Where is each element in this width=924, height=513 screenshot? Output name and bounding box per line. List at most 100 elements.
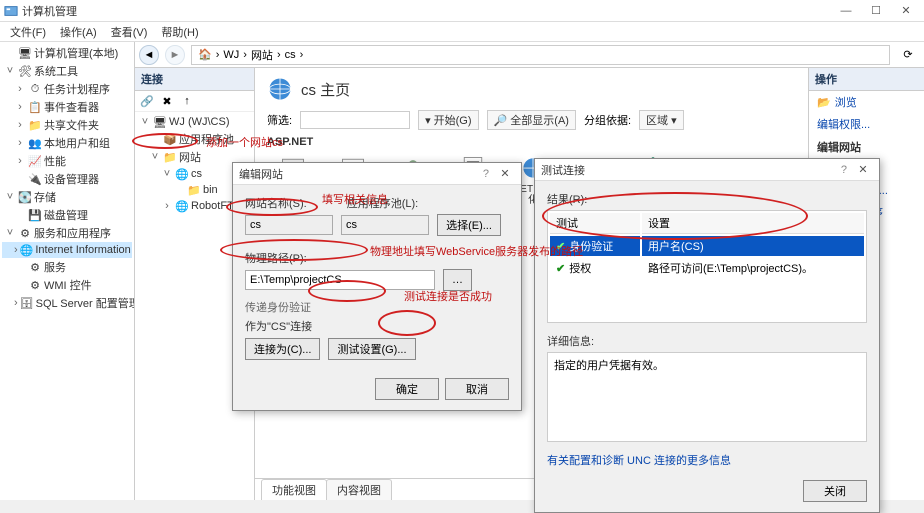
sql-icon: 🗄: [20, 296, 34, 310]
sites-icon: 📁: [163, 150, 177, 164]
computer-icon: 🖥: [18, 46, 32, 60]
window-title: 计算机管理: [22, 3, 832, 19]
tree-storage[interactable]: ˅💽存储: [2, 188, 132, 206]
details-label: 详细信息:: [547, 333, 867, 349]
connectas-button[interactable]: 连接为(C)...: [245, 338, 320, 360]
maximize-button[interactable]: ☐: [862, 2, 890, 20]
app-icon: [4, 4, 18, 18]
filter-row: 筛选: ▾ 开始(G) 🔎 全部显示(A) 分组依据: 区域 ▾: [267, 110, 796, 130]
results-label: 结果(R):: [547, 191, 867, 207]
help-button[interactable]: ?: [841, 164, 847, 176]
gear-icon: ⚙: [28, 260, 42, 274]
connections-header: 连接: [135, 68, 254, 91]
cancel-button[interactable]: 取消: [445, 378, 509, 400]
test-connection-dialog: 测试连接 ? ✕ 结果(R): 测试设置 ✔身份验证用户名(CS) ✔授权路径可…: [534, 158, 880, 513]
tree-systemtools[interactable]: ˅🛠系统工具: [2, 62, 132, 80]
share-icon: 📁: [28, 118, 42, 132]
details-box: 指定的用户凭据有效。: [547, 352, 867, 442]
pool-icon: 📦: [163, 132, 177, 146]
help-button[interactable]: ?: [483, 168, 489, 180]
address-bar: ◄ ► 🏠 ›WJ ›网站 ›cs › ⟳: [135, 42, 924, 68]
table-row[interactable]: ✔身份验证用户名(CS): [550, 236, 864, 256]
tree-iis[interactable]: ›🌐Internet Information S: [2, 242, 132, 258]
edit-site-dialog: 编辑网站 ? ✕ 网站名称(S): 应用程序池(L): 选择(E)... 物理路…: [232, 162, 522, 411]
groupby-select[interactable]: 区域 ▾: [639, 110, 684, 130]
minimize-button[interactable]: —: [832, 2, 860, 20]
more-info-link[interactable]: 有关配置和诊断 UNC 连接的更多信息: [547, 455, 731, 467]
tools-icon: 🛠: [18, 64, 32, 78]
conn-server[interactable]: ˅🖥WJ (WJ\CS): [137, 114, 252, 130]
wmi-icon: ⚙: [28, 278, 42, 292]
col-test[interactable]: 测试: [550, 213, 640, 234]
tree-eventviewer[interactable]: ›📋事件查看器: [2, 98, 132, 116]
window-titlebar: 计算机管理 — ☐ ✕: [0, 0, 924, 22]
breadcrumb[interactable]: 🏠 ›WJ ›网站 ›cs ›: [191, 45, 890, 65]
tree-sql[interactable]: ›🗄SQL Server 配置管理: [2, 294, 132, 312]
tree-sharedfolders[interactable]: ›📁共享文件夹: [2, 116, 132, 134]
globe-icon: 🌐: [175, 167, 189, 181]
home-icon: 🏠: [198, 48, 212, 61]
filter-input[interactable]: [300, 111, 410, 129]
folder-icon: 📂: [817, 96, 831, 109]
tree-devicemanager[interactable]: 🔌设备管理器: [2, 170, 132, 188]
connectas-label: 作为"CS"连接: [245, 318, 509, 334]
tree-localusers[interactable]: ›👥本地用户和组: [2, 134, 132, 152]
showall-button[interactable]: 🔎 全部显示(A): [487, 110, 576, 130]
check-icon: ✔: [556, 263, 565, 275]
close-button[interactable]: ✕: [892, 2, 920, 20]
clock-icon: ⏱: [28, 82, 42, 96]
test-dialog-close-button[interactable]: ✕: [853, 163, 873, 176]
table-row[interactable]: ✔授权路径可访问(E:\Temp\projectCS)。: [550, 258, 864, 278]
passauth-label: 传递身份验证: [245, 299, 509, 315]
globe-icon: 🌐: [175, 199, 189, 213]
tree-taskscheduler[interactable]: ›⏱任务计划程序: [2, 80, 132, 98]
forward-button[interactable]: ►: [165, 45, 185, 65]
physpath-input[interactable]: [245, 270, 435, 290]
conn-up-icon[interactable]: ↑: [179, 93, 195, 109]
ok-button[interactable]: 确定: [375, 378, 439, 400]
tree-svc[interactable]: ⚙服务: [2, 258, 132, 276]
connections-toolbar: 🔗 ✖ ↑: [135, 91, 254, 112]
check-icon: ✔: [556, 241, 565, 253]
actions-header: 操作: [809, 68, 924, 91]
menu-action[interactable]: 操作(A): [54, 22, 103, 42]
menu-help[interactable]: 帮助(H): [155, 22, 204, 42]
page-title-row: cs 主页: [267, 76, 796, 102]
tab-features[interactable]: 功能视图: [261, 479, 327, 500]
device-icon: 🔌: [28, 172, 42, 186]
tree-services[interactable]: ˅⚙服务和应用程序: [2, 224, 132, 242]
tree-root[interactable]: 🖥计算机管理(本地): [2, 44, 132, 62]
start-button[interactable]: ▾ 开始(G): [418, 110, 478, 130]
gear-group-icon: ⚙: [18, 226, 32, 240]
select-button[interactable]: 选择(E)...: [437, 214, 501, 236]
conn-add-icon[interactable]: 🔗: [139, 93, 155, 109]
page-title: cs 主页: [301, 79, 350, 100]
conn-del-icon[interactable]: ✖: [159, 93, 175, 109]
apppool-label: 应用程序池(L):: [347, 195, 419, 211]
storage-icon: 💽: [18, 190, 32, 204]
sitename-label: 网站名称(S):: [245, 195, 307, 211]
tree-wmi[interactable]: ⚙WMI 控件: [2, 276, 132, 294]
tree-performance[interactable]: ›📈性能: [2, 152, 132, 170]
conn-apppools[interactable]: 📦应用程序池: [137, 130, 252, 148]
action-editperm[interactable]: 编辑权限...: [809, 113, 924, 135]
dialog-close-button[interactable]: ✕: [495, 167, 515, 180]
back-button[interactable]: ◄: [139, 45, 159, 65]
disk-icon: 💾: [28, 208, 42, 222]
action-explore[interactable]: 📂浏览: [809, 91, 924, 113]
tab-content[interactable]: 内容视图: [326, 479, 392, 500]
users-icon: 👥: [28, 136, 42, 150]
testsettings-button[interactable]: 测试设置(G)...: [328, 338, 415, 360]
close-button[interactable]: 关闭: [803, 480, 867, 502]
dialog-title: 编辑网站: [239, 166, 483, 182]
apppool-input: [341, 215, 429, 235]
browse-button[interactable]: …: [443, 269, 472, 291]
menu-file[interactable]: 文件(F): [4, 22, 52, 42]
tree-diskmgmt[interactable]: 💾磁盘管理: [2, 206, 132, 224]
results-table: 测试设置 ✔身份验证用户名(CS) ✔授权路径可访问(E:\Temp\proje…: [547, 210, 867, 323]
refresh-button[interactable]: ⟳: [896, 48, 920, 61]
col-setting[interactable]: 设置: [642, 213, 864, 234]
action-group-editsite: 编辑网站: [809, 135, 924, 157]
perf-icon: 📈: [28, 154, 42, 168]
menu-view[interactable]: 查看(V): [105, 22, 154, 42]
